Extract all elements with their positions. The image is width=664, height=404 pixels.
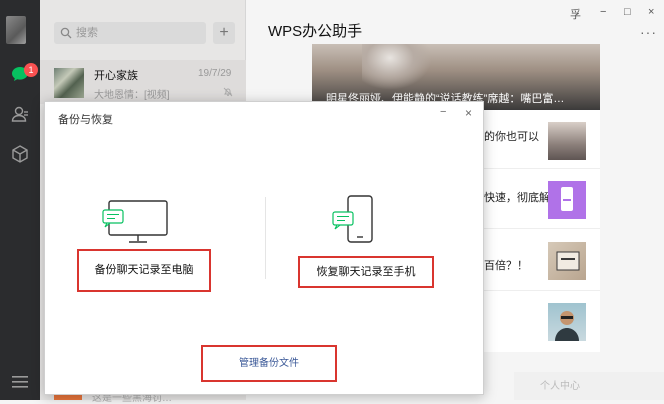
manage-backup-files-link[interactable]: 管理备份文件 <box>201 345 337 382</box>
article-thumb-1[interactable] <box>548 122 586 160</box>
dialog-minimize-button[interactable]: − <box>440 106 446 118</box>
article-title-3[interactable]: 百倍？！ <box>484 257 528 273</box>
close-button[interactable]: × <box>648 6 654 18</box>
contacts-icon[interactable] <box>10 104 30 124</box>
chat-time: 19/7/29 <box>198 68 232 79</box>
add-chat-button[interactable]: + <box>213 22 235 44</box>
more-button[interactable]: ··· <box>640 24 657 40</box>
maximize-button[interactable]: □ <box>624 6 631 18</box>
computer-icon <box>102 200 168 243</box>
search-placeholder: 搜索 <box>76 27 98 39</box>
conversation-title: WPS办公助手 <box>268 23 363 40</box>
search-input[interactable]: 搜索 <box>54 22 206 44</box>
article-thumb-4[interactable] <box>548 303 586 341</box>
article-title-1[interactable]: 的你也可以 <box>484 128 539 144</box>
avatar[interactable] <box>6 16 26 44</box>
pin-button[interactable]: 孚 <box>570 6 581 22</box>
divider <box>484 290 600 291</box>
unread-badge: 1 <box>24 63 38 77</box>
chat-name: 开心家族 <box>94 70 138 82</box>
article-thumb-3[interactable] <box>548 242 586 280</box>
divider <box>484 228 600 229</box>
hero-figure <box>362 44 432 90</box>
dialog-title: 备份与恢复 <box>58 114 113 126</box>
group-avatar <box>54 68 84 98</box>
divider <box>484 168 600 169</box>
favorites-icon[interactable] <box>10 144 30 164</box>
search-icon <box>60 27 72 39</box>
dialog-divider <box>265 197 266 279</box>
personal-center-menu[interactable]: 个人中心 <box>540 377 580 392</box>
sidebar: 1 <box>0 0 40 400</box>
bottom-menu-bar <box>514 372 664 400</box>
mute-icon <box>223 87 233 97</box>
chat-preview: 大地恩情：[视频] <box>94 90 170 101</box>
minimize-button[interactable]: − <box>600 6 606 18</box>
backup-to-pc-button[interactable]: 备份聊天记录至电脑 <box>77 249 211 292</box>
dialog-close-button[interactable]: × <box>465 106 472 120</box>
menu-icon[interactable] <box>10 372 30 392</box>
wechat-window: 1 搜索 + 开心家族 19/7/29 大地恩情：[视频] 这是一些黑海罚… W… <box>0 0 664 404</box>
restore-to-phone-button[interactable]: 恢复聊天记录至手机 <box>298 256 434 288</box>
article-title-2[interactable]: 快速，彻底解 <box>484 189 550 205</box>
article-thumb-2[interactable] <box>548 181 586 219</box>
phone-icon <box>332 195 373 243</box>
